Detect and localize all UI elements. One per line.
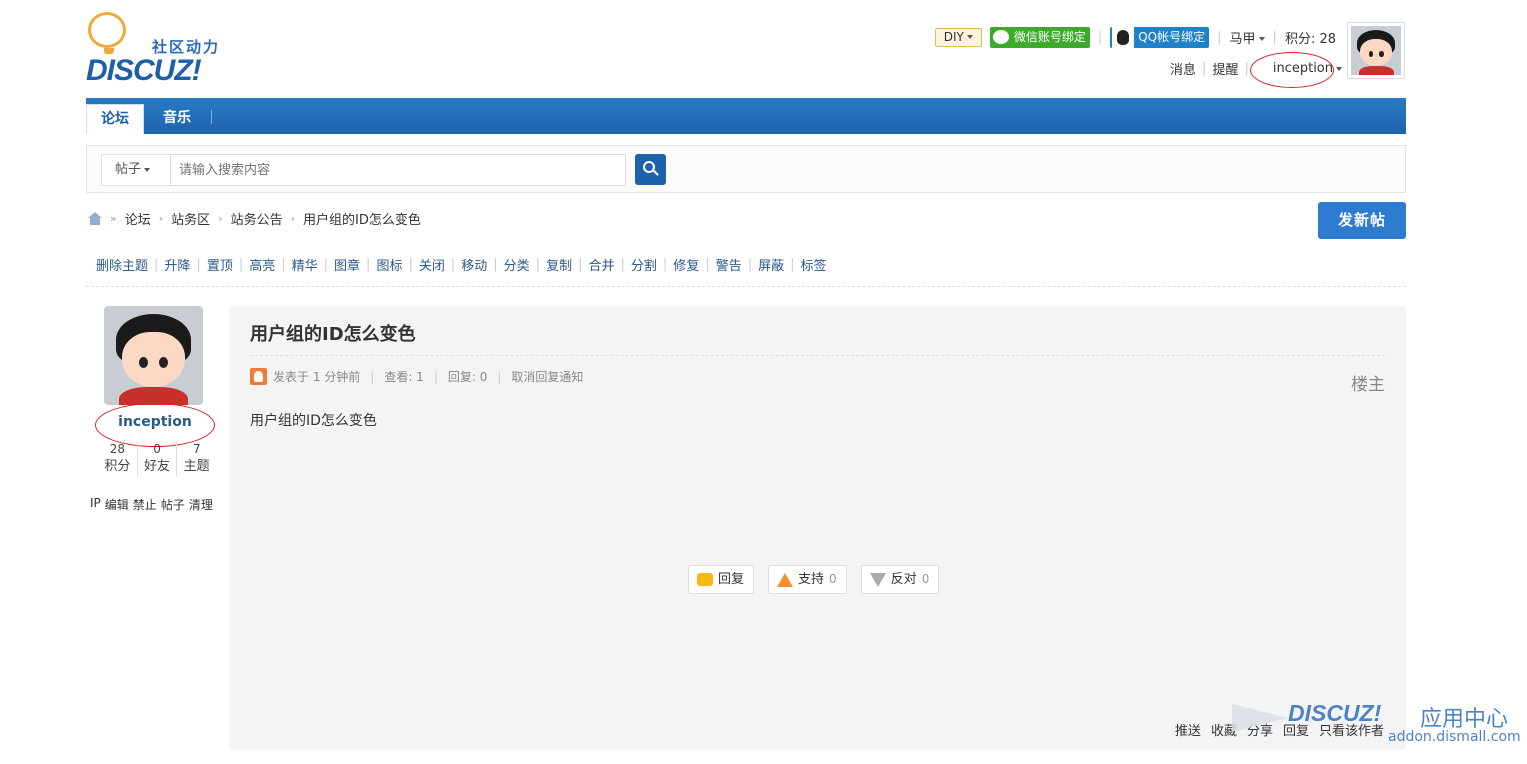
admin-link-posts[interactable]: 帖子 xyxy=(161,496,185,513)
search-type-select[interactable]: 帖子 xyxy=(101,154,171,186)
post-views: 查看: 1 xyxy=(384,370,424,384)
arrow-up-icon xyxy=(777,572,794,587)
breadcrumb-item[interactable]: 站务公告 xyxy=(231,209,283,228)
oppose-button[interactable]: 反对 0 xyxy=(860,565,940,594)
search-button[interactable] xyxy=(635,154,666,185)
breadcrumb-item[interactable]: 站务区 xyxy=(171,209,210,228)
home-icon[interactable] xyxy=(88,212,102,225)
logo-wordmark: DISCUZ! xyxy=(86,54,202,87)
caret-down-icon xyxy=(1258,37,1265,41)
watermark-url: addon.dismall.com xyxy=(1388,729,1521,745)
post-meta: 发表于 1 分钟前 | 查看: 1 | 回复: 0 | 取消回复通知 xyxy=(250,368,583,385)
stat-points[interactable]: 28 积分 xyxy=(98,441,138,477)
admin-link-clean[interactable]: 清理 xyxy=(189,496,213,513)
mod-action[interactable]: 高亮 xyxy=(243,255,281,274)
user-toolbar: DIY 微信账号绑定 | QQ帐号绑定 | 马甲 | 积分: 28 xyxy=(934,26,1336,48)
caret-down-icon xyxy=(966,35,973,39)
breadcrumb-current[interactable]: 用户组的ID怎么变色 xyxy=(303,209,421,228)
mod-action[interactable]: 升降 xyxy=(158,255,196,274)
admin-link-edit[interactable]: 编辑 xyxy=(105,496,129,513)
admin-link-ban[interactable]: 禁止 xyxy=(133,496,157,513)
mod-action[interactable]: 置顶 xyxy=(201,255,239,274)
caret-down-icon xyxy=(1336,66,1342,71)
site-logo[interactable]: 社区动力 DISCUZ! xyxy=(86,10,236,87)
qq-penguin-icon xyxy=(1112,26,1135,48)
watermark-brand: DISCUZ! xyxy=(1288,700,1382,726)
breadcrumb: » 论坛 › 站务区 › 站务公告 › 用户组的ID怎么变色 xyxy=(88,209,421,228)
stat-threads[interactable]: 7 主题 xyxy=(177,441,216,477)
mod-action[interactable]: 图标 xyxy=(370,255,408,274)
mod-action[interactable]: 警告 xyxy=(710,255,748,274)
messages-link[interactable]: 消息 xyxy=(1170,59,1196,78)
new-post-button[interactable]: 发新帖 xyxy=(1318,202,1406,239)
mod-action[interactable]: 屏蔽 xyxy=(752,255,790,274)
author-stats: 28 积分 0 好友 7 主题 xyxy=(98,441,216,477)
paper-plane-icon xyxy=(1232,704,1288,732)
alt-account-menu[interactable]: 马甲 xyxy=(1230,28,1265,47)
online-user-icon xyxy=(250,368,267,385)
push-link[interactable]: 推送 xyxy=(1175,720,1201,739)
post-container: 用户组的ID怎么变色 发表于 1 分钟前 | 查看: 1 | 回复: 0 | 取… xyxy=(229,306,1406,750)
qq-bind-button[interactable]: QQ帐号绑定 xyxy=(1110,26,1210,48)
points-label[interactable]: 积分: 28 xyxy=(1285,28,1336,47)
reply-bubble-icon xyxy=(697,573,713,586)
mod-action[interactable]: 移动 xyxy=(455,255,493,274)
stat-friends[interactable]: 0 好友 xyxy=(138,441,178,477)
floor-label: 楼主 xyxy=(1351,375,1385,395)
search-input[interactable] xyxy=(170,154,626,186)
tab-music[interactable]: 音乐 xyxy=(149,104,205,134)
wechat-icon xyxy=(992,29,1009,44)
post-title: 用户组的ID怎么变色 xyxy=(250,324,416,345)
mod-action[interactable]: 关闭 xyxy=(413,255,451,274)
support-button[interactable]: 支持 0 xyxy=(768,565,847,594)
post-time: 发表于 1 分钟前 xyxy=(273,370,361,384)
notices-link[interactable]: 提醒 xyxy=(1212,59,1238,78)
mod-action[interactable]: 复制 xyxy=(540,255,578,274)
watermark: DISCUZ! 应用中心 addon.dismall.com xyxy=(1232,700,1521,748)
admin-links: IP 编辑 禁止 帖子 清理 xyxy=(90,496,213,513)
breadcrumb-item[interactable]: 论坛 xyxy=(125,209,151,228)
highlight-circle xyxy=(1250,52,1334,88)
user-avatar[interactable] xyxy=(1347,22,1405,79)
search-bar: 帖子 xyxy=(86,145,1406,193)
post-replies: 回复: 0 xyxy=(447,370,488,384)
wechat-bind-button[interactable]: 微信账号绑定 xyxy=(989,26,1090,48)
diy-button[interactable]: DIY xyxy=(934,27,982,47)
cancel-notify-link[interactable]: 取消回复通知 xyxy=(511,368,583,385)
mod-action[interactable]: 删除主题 xyxy=(96,255,154,274)
mod-action[interactable]: 分类 xyxy=(498,255,536,274)
moderation-bar: 删除主题 | 升降 | 置顶 | 高亮 | 精华 | 图章 | 图标 | 关闭 | 移动 | 分类… xyxy=(96,255,833,274)
main-nav: 论坛 音乐 xyxy=(86,98,1406,134)
mod-action[interactable]: 合并 xyxy=(582,255,620,274)
admin-link-ip[interactable]: IP xyxy=(90,496,101,513)
author-avatar[interactable] xyxy=(104,306,203,405)
mod-action[interactable]: 图章 xyxy=(328,255,366,274)
caret-down-icon xyxy=(144,167,151,172)
mod-action[interactable]: 分割 xyxy=(625,255,663,274)
post-actions: 回复 支持 0 反对 0 xyxy=(688,565,940,594)
mod-action[interactable]: 精华 xyxy=(286,255,324,274)
mod-action[interactable]: 标签 xyxy=(795,255,833,274)
post-body: 用户组的ID怎么变色 xyxy=(250,413,377,429)
tab-forum[interactable]: 论坛 xyxy=(86,104,144,134)
reply-button[interactable]: 回复 xyxy=(688,565,755,594)
mod-action[interactable]: 修复 xyxy=(667,255,705,274)
lightbulb-icon xyxy=(88,12,126,48)
arrow-down-icon xyxy=(869,572,886,587)
divider xyxy=(86,286,1406,287)
